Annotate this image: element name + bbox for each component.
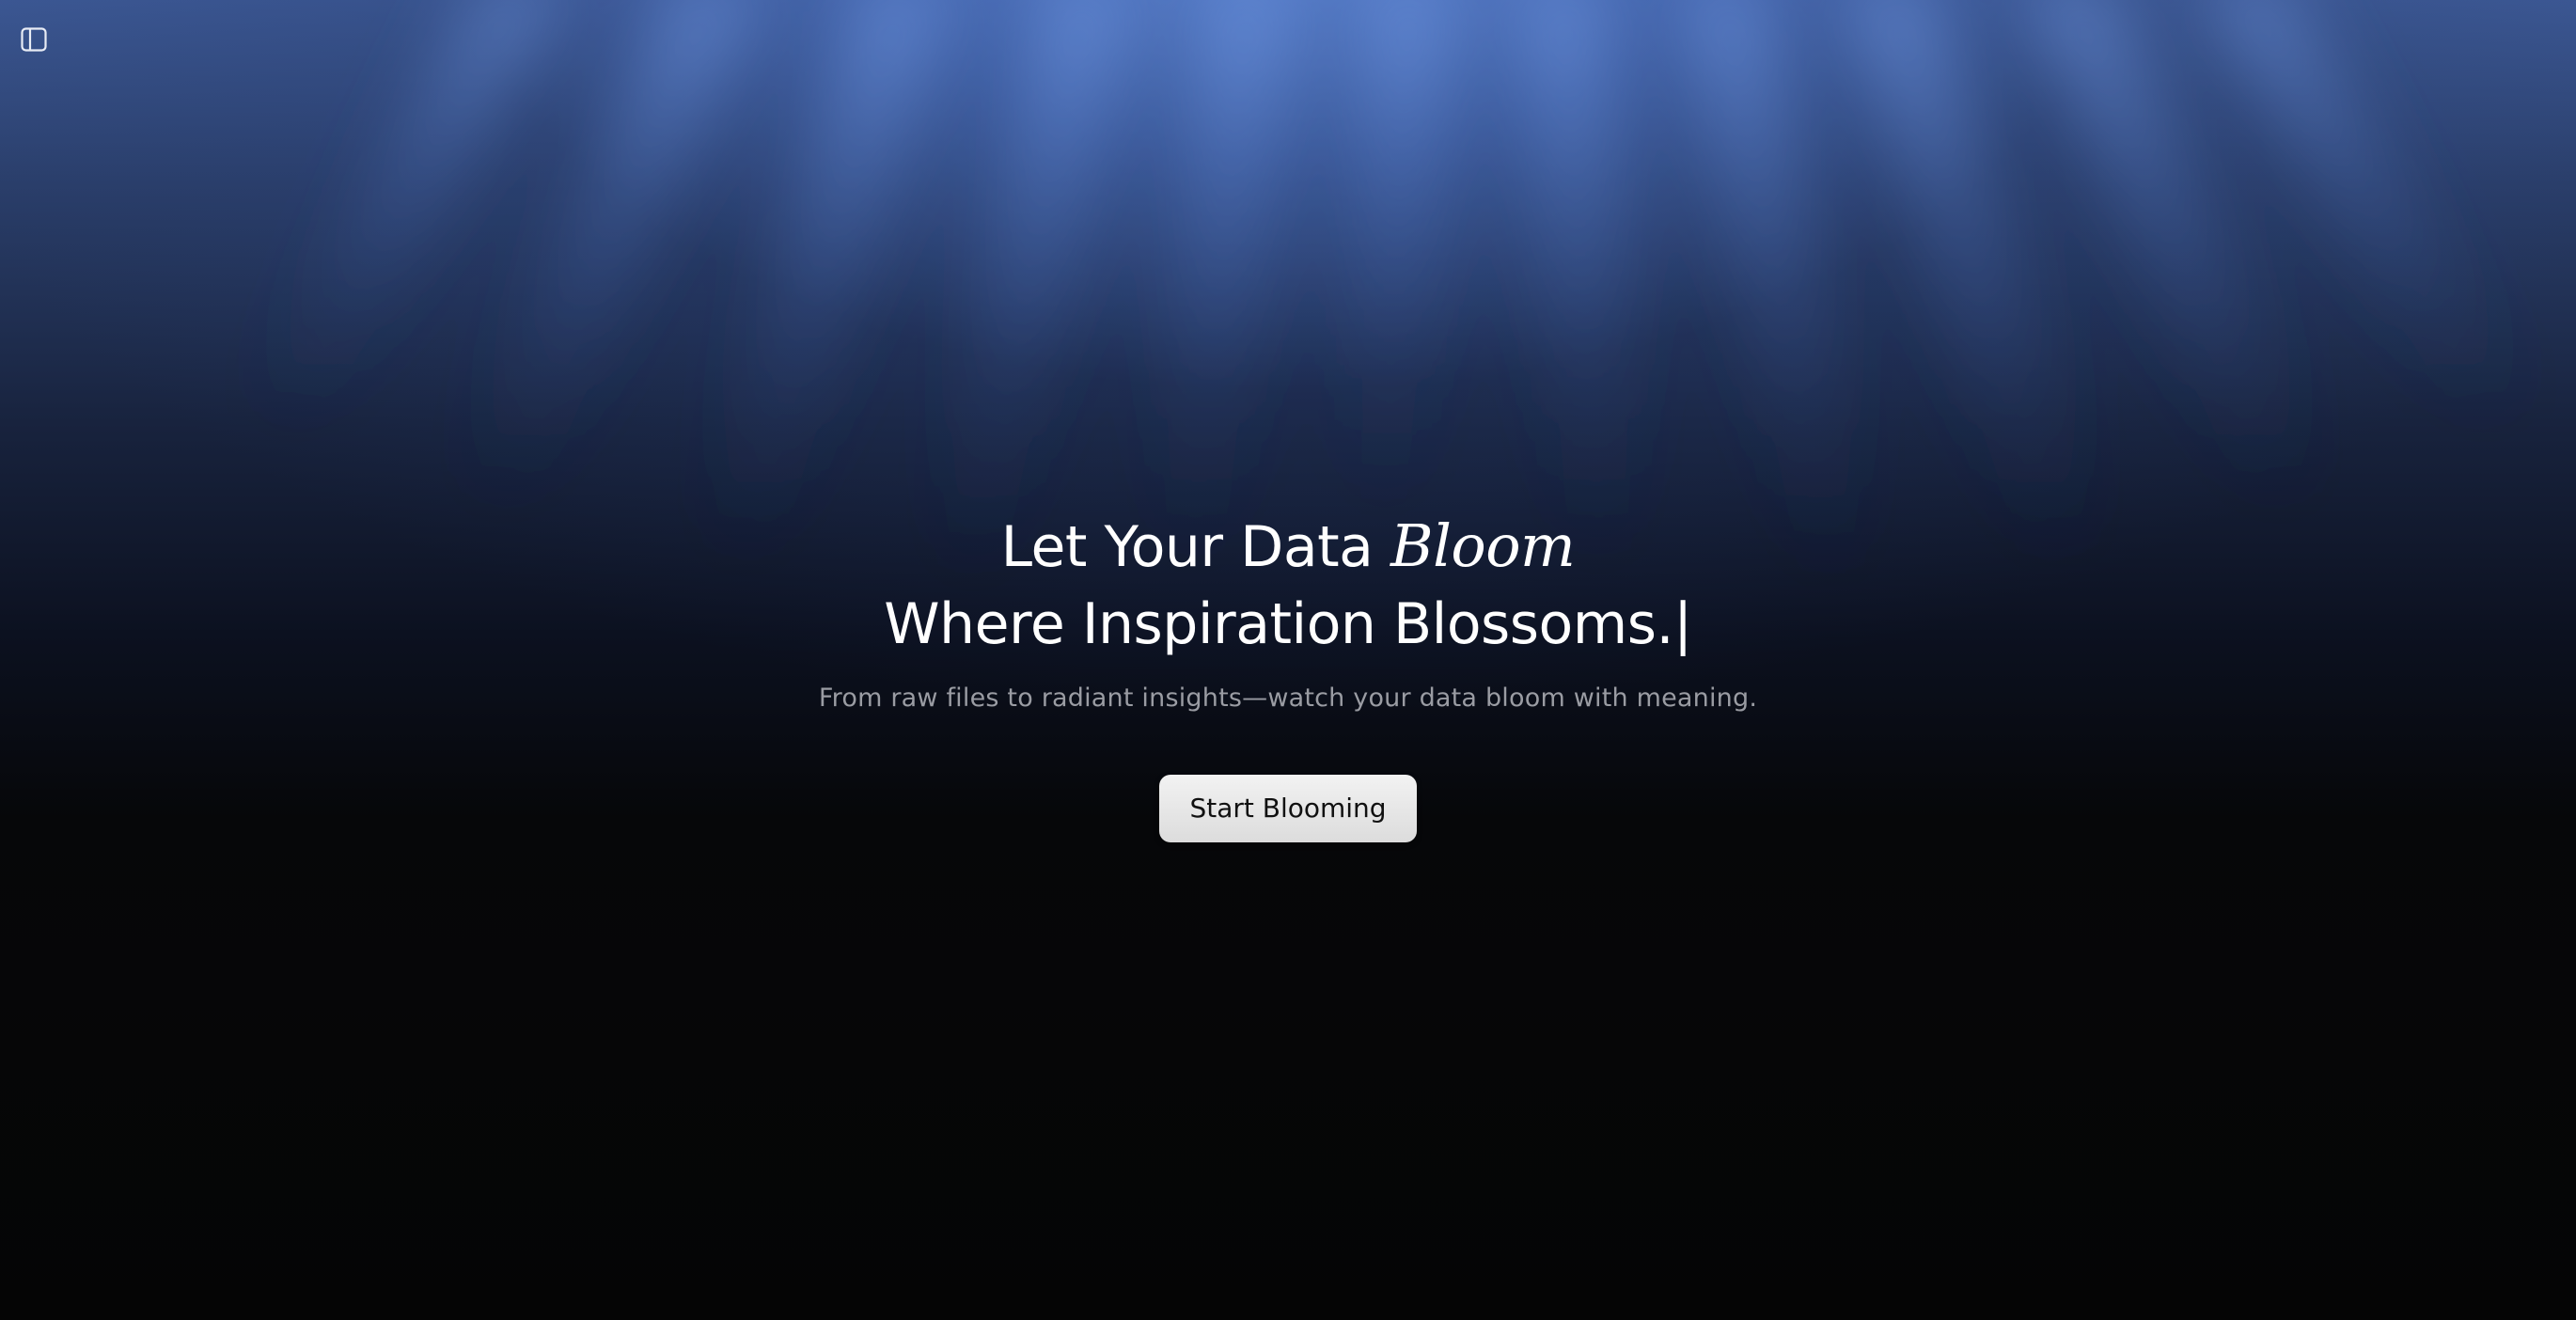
headline-accent-word: Bloom [1390,511,1576,580]
start-blooming-button[interactable]: Start Blooming [1159,775,1417,842]
headline-line1-prefix: Let Your Data [1000,514,1391,580]
sidebar-panel-icon [21,27,47,52]
hero-headline: Let Your Data Bloom Where Inspiration Bl… [0,508,2576,663]
headline-line2: Where Inspiration Blossoms.| [884,591,1692,657]
hero-subtitle: From raw files to radiant insights—watch… [818,684,1758,713]
sidebar-toggle-button[interactable] [17,23,51,56]
hero-section: Let Your Data Bloom Where Inspiration Bl… [0,508,2576,842]
hero-background: Let Your Data Bloom Where Inspiration Bl… [0,0,2576,1320]
